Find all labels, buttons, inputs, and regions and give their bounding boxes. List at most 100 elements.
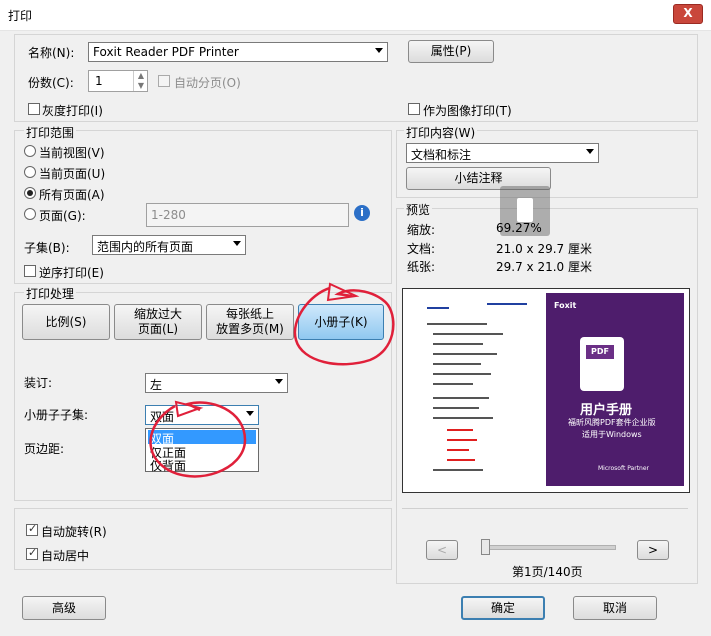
next-page-button[interactable]: > <box>637 540 669 560</box>
preview-line <box>447 439 477 441</box>
print-preview-page: Foxit PDF 用户手册 福昕风腾PDF套件企业版 适用于Windows M… <box>402 288 690 493</box>
page-indicator: 第1页/140页 <box>512 565 583 579</box>
preview-line <box>433 343 483 345</box>
subset-select[interactable]: 范围内的所有页面 <box>92 235 246 255</box>
close-icon: X <box>683 6 693 20</box>
preview-line <box>487 303 527 305</box>
pages-range-input[interactable]: 1-280 <box>146 203 349 227</box>
advanced-button[interactable]: 高级 <box>22 596 106 620</box>
scale-button-label: 比例(S) <box>45 315 87 329</box>
info-icon[interactable]: i <box>354 205 370 221</box>
print-content-title: 打印内容(W) <box>404 124 478 141</box>
multiple-pages-button-label: 每张纸上 放置多页(M) <box>216 307 284 336</box>
copies-value: 1 <box>95 74 103 88</box>
booklet-subset-value: 双面 <box>150 410 175 424</box>
booklet-button[interactable]: 小册子(K) <box>298 304 384 340</box>
print-content-value: 文档和标注 <box>411 148 472 162</box>
chevron-left-icon: < <box>436 543 448 557</box>
preview-line <box>447 449 469 451</box>
radio-selected-dot <box>27 190 33 196</box>
grayscale-label: 灰度打印(I) <box>42 104 103 118</box>
cancel-button-label: 取消 <box>602 601 627 615</box>
subset-label: 子集(B): <box>24 241 70 255</box>
auto-center-checkbox[interactable]: ✓ <box>26 546 38 560</box>
zoom-label: 缩放: <box>407 223 436 237</box>
dropdown-option-duplex[interactable]: 双面 <box>148 430 256 446</box>
preview-line <box>433 417 493 419</box>
cover-platform: 适用于Windows <box>582 430 642 439</box>
reverse-checkbox[interactable] <box>24 265 36 277</box>
auto-rotate-checkbox[interactable]: ✓ <box>26 522 38 536</box>
radio-pages-label: 页面(G): <box>39 209 86 223</box>
page-slider-track[interactable] <box>484 545 616 550</box>
zoom-value: 69.27% <box>496 221 542 235</box>
stepper-down-icon[interactable]: ▼ <box>133 81 148 91</box>
shrink-oversized-button[interactable]: 缩放过大 页面(L) <box>114 304 202 340</box>
preview-line <box>433 353 497 355</box>
stepper-up-icon[interactable]: ▲ <box>133 71 148 81</box>
preview-line <box>427 323 487 325</box>
binding-value: 左 <box>150 378 163 392</box>
close-button[interactable]: X <box>673 4 703 24</box>
collate-checkbox[interactable] <box>158 75 170 87</box>
radio-current-view[interactable] <box>24 145 36 157</box>
window-title: 打印 <box>8 9 33 23</box>
preview-title: 预览 <box>404 201 433 218</box>
preview-right-page: Foxit PDF 用户手册 福昕风腾PDF套件企业版 适用于Windows M… <box>546 293 684 486</box>
cover-subtitle: 福昕风腾PDF套件企业版 <box>568 418 656 427</box>
dropdown-option-back-only[interactable]: 仅背面 <box>148 457 256 473</box>
properties-button[interactable]: 属性(P) <box>408 40 494 63</box>
print-handling-title: 打印处理 <box>24 285 77 302</box>
preview-line <box>433 397 489 399</box>
radio-all-pages-label: 所有页面(A) <box>39 188 105 202</box>
check-icon: ✓ <box>28 546 38 559</box>
usb-body <box>517 198 533 222</box>
title-bar: 打印 X <box>0 0 711 31</box>
preview-line <box>447 429 473 431</box>
chevron-down-icon <box>246 411 254 416</box>
radio-current-view-label: 当前视图(V) <box>39 146 105 160</box>
print-range-title: 打印范围 <box>24 124 77 141</box>
margin-label: 页边距: <box>24 442 65 456</box>
preview-left-page <box>407 293 545 486</box>
ok-button[interactable]: 确定 <box>461 596 545 620</box>
booklet-button-label: 小册子(K) <box>314 315 368 329</box>
document-size-value: 21.0 x 29.7 厘米 <box>496 242 592 256</box>
printer-name-value: Foxit Reader PDF Printer <box>93 45 239 59</box>
printer-name-select[interactable]: Foxit Reader PDF Printer <box>88 42 388 62</box>
shrink-oversized-button-label: 缩放过大 页面(L) <box>133 307 182 336</box>
print-content-select[interactable]: 文档和标注 <box>406 143 599 163</box>
pdf-icon: PDF <box>580 337 624 391</box>
binding-select[interactable]: 左 <box>145 373 288 393</box>
properties-button-label: 属性(P) <box>430 44 472 58</box>
copies-stepper[interactable]: 1 ▲ ▼ <box>88 70 148 92</box>
cancel-button[interactable]: 取消 <box>573 596 657 620</box>
radio-pages[interactable] <box>24 208 36 220</box>
prev-page-button[interactable]: < <box>426 540 458 560</box>
chevron-down-icon <box>275 379 283 384</box>
chevron-right-icon: > <box>647 543 659 557</box>
printer-name-label: 名称(N): <box>28 46 75 60</box>
print-as-image-checkbox[interactable] <box>408 103 420 115</box>
paper-size-value: 29.7 x 21.0 厘米 <box>496 260 592 274</box>
grayscale-checkbox[interactable] <box>28 103 40 115</box>
preview-line <box>433 469 483 471</box>
paper-size-label: 纸张: <box>407 260 436 274</box>
radio-current-page-label: 当前页面(U) <box>39 167 106 181</box>
preview-divider <box>402 508 688 509</box>
copies-label: 份数(C): <box>28 76 74 90</box>
preview-line <box>433 363 481 365</box>
booklet-subset-select[interactable]: 双面 <box>145 405 259 425</box>
radio-current-page[interactable] <box>24 166 36 178</box>
dropdown-option-front-only[interactable]: 仅正面 <box>148 444 256 460</box>
scale-button[interactable]: 比例(S) <box>22 304 110 340</box>
preview-line <box>433 333 503 335</box>
multiple-pages-button[interactable]: 每张纸上 放置多页(M) <box>206 304 294 340</box>
preview-line <box>427 307 449 309</box>
auto-center-label: 自动居中 <box>41 549 90 563</box>
radio-all-pages[interactable] <box>24 187 36 199</box>
page-slider-thumb[interactable] <box>481 539 490 555</box>
collate-label: 自动分页(O) <box>174 76 241 90</box>
cover-logo: Foxit <box>554 301 577 310</box>
print-as-image-label: 作为图像打印(T) <box>423 104 512 118</box>
